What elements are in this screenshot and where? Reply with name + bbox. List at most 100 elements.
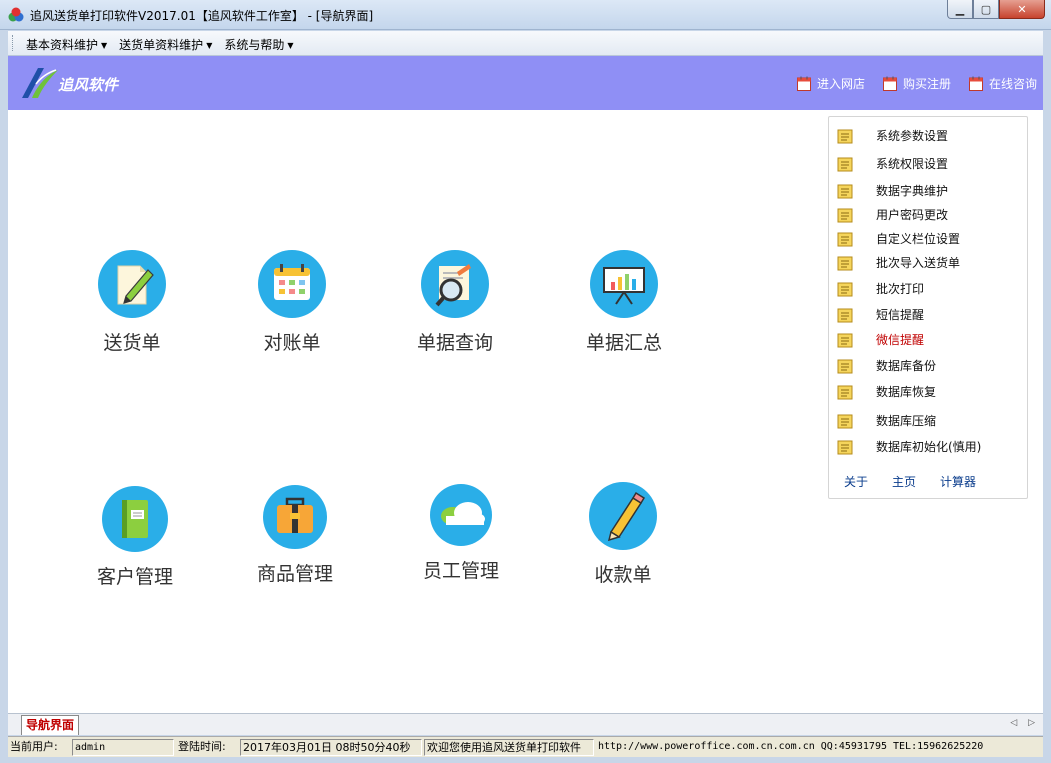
tab-scroll-arrows-icon[interactable]: ◁ ▷ [1010, 718, 1039, 728]
tile-label: 单据汇总 [585, 332, 662, 354]
menu-list: 基本资料维护 ▼ 送货单资料维护 ▼ 系统与帮助 ▼ [26, 36, 306, 53]
menu-label: 送货单资料维护 [119, 38, 204, 52]
note-icon [837, 232, 853, 246]
side-item-label: 自定义栏位设置 [876, 232, 961, 246]
magnifier-document-icon [421, 250, 489, 318]
calendar-icon [968, 76, 983, 91]
menu-basic-data[interactable]: 基本资料维护 ▼ [26, 36, 107, 53]
side-item-batch-import[interactable]: 批次导入送货单 [837, 254, 960, 271]
side-item-label: 批次打印 [876, 282, 925, 296]
side-links: 关于 主页 计算器 [844, 473, 1000, 490]
menu-label: 基本资料维护 [26, 38, 99, 52]
side-item-custom-fields[interactable]: 自定义栏位设置 [837, 230, 960, 247]
side-item-dictionary[interactable]: 数据字典维护 [837, 182, 948, 199]
tile-delivery-note[interactable]: 送货单 [67, 250, 197, 355]
side-item-system-params[interactable]: 系统参数设置 [837, 127, 948, 144]
note-icon [837, 308, 853, 322]
contact-info: http://www.poweroffice.com.cn.com.cn QQ:… [598, 741, 984, 752]
side-item-sms-reminder[interactable]: 短信提醒 [837, 306, 924, 323]
note-icon [837, 440, 853, 454]
tile-label: 收款单 [594, 564, 652, 586]
side-item-label: 批次导入送货单 [876, 256, 961, 270]
tab-navigation[interactable]: 导航界面 [21, 715, 80, 735]
calculator-link[interactable]: 计算器 [940, 473, 976, 490]
menu-bar: 基本资料维护 ▼ 送货单资料维护 ▼ 系统与帮助 ▼ [8, 31, 1043, 56]
tile-customer-management[interactable]: 客户管理 [70, 486, 200, 589]
side-item-label: 数据库压缩 [876, 414, 937, 428]
side-item-wechat-reminder[interactable]: 微信提醒 [837, 331, 924, 348]
menu-system-help[interactable]: 系统与帮助 ▼ [224, 36, 293, 53]
banner-links: 进入网店 购买注册 在线咨询 [779, 75, 1037, 92]
online-consult-link[interactable]: 在线咨询 [968, 75, 1037, 92]
side-item-label: 系统权限设置 [876, 157, 949, 171]
window-title: 追风送货单打印软件V2017.01【追风软件工作室】 - [导航界面] [30, 9, 374, 23]
tile-document-summary[interactable]: 单据汇总 [559, 250, 689, 355]
side-item-permissions[interactable]: 系统权限设置 [837, 155, 948, 172]
navigation-panel: 送货单 对账单 单据查询 单据汇总 客户管理 商品管理 员工管理 收款单 系统参… [8, 110, 1043, 713]
side-item-db-restore[interactable]: 数据库恢复 [837, 383, 936, 400]
tile-label: 员工管理 [422, 560, 499, 582]
toolbar-grip[interactable] [12, 35, 15, 51]
about-link[interactable]: 关于 [844, 473, 868, 490]
side-item-db-backup[interactable]: 数据库备份 [837, 357, 936, 374]
tile-label: 对账单 [263, 332, 321, 354]
caret-down-icon: ▼ [101, 41, 108, 50]
title-bar[interactable]: 追风送货单打印软件V2017.01【追风软件工作室】 - [导航界面] ▁ ▢ … [0, 0, 1051, 30]
app-icon [8, 7, 24, 22]
tile-document-query[interactable]: 单据查询 [390, 250, 520, 355]
pencil-icon [589, 482, 657, 550]
current-user-value: admin [72, 739, 174, 756]
minimize-button[interactable]: ▁ [947, 0, 973, 19]
presentation-chart-icon [590, 250, 658, 318]
logo-icon [22, 68, 58, 98]
side-item-change-password[interactable]: 用户密码更改 [837, 206, 948, 223]
side-item-db-compress[interactable]: 数据库压缩 [837, 412, 936, 429]
tile-label: 单据查询 [416, 332, 493, 354]
tile-receipt[interactable]: 收款单 [558, 482, 688, 587]
side-item-label: 数据库备份 [876, 359, 937, 373]
note-icon [837, 414, 853, 428]
visit-shop-link[interactable]: 进入网店 [796, 75, 865, 92]
system-panel: 系统参数设置 系统权限设置 数据字典维护 用户密码更改 自定义栏位设置 批次导入… [828, 116, 1028, 499]
login-time-value: 2017年03月01日 08时50分40秒 [240, 739, 422, 756]
note-icon [837, 282, 853, 296]
tab-bar: 导航界面 ◁ ▷ [8, 713, 1043, 735]
side-item-label: 系统参数设置 [876, 129, 949, 143]
menu-delivery-data[interactable]: 送货单资料维护 ▼ [119, 36, 212, 53]
note-icon [837, 256, 853, 270]
side-item-label: 数据字典维护 [876, 184, 949, 198]
calendar-icon [258, 250, 326, 318]
tile-label: 客户管理 [96, 566, 173, 588]
login-time-label: 登陆时间: [178, 740, 226, 753]
side-item-batch-print[interactable]: 批次打印 [837, 280, 924, 297]
status-bar: 当前用户: admin 登陆时间: 2017年03月01日 08时50分40秒 … [8, 736, 1043, 757]
note-icon [837, 184, 853, 198]
briefcase-icon [263, 485, 327, 549]
calendar-icon [882, 76, 897, 91]
homepage-link[interactable]: 主页 [892, 473, 916, 490]
banner-link-label: 在线咨询 [988, 77, 1037, 91]
buy-register-link[interactable]: 购买注册 [882, 75, 951, 92]
tile-employee-management[interactable]: 员工管理 [396, 484, 526, 583]
side-item-label: 微信提醒 [876, 333, 925, 347]
note-icon [837, 385, 853, 399]
tile-product-management[interactable]: 商品管理 [230, 485, 360, 586]
note-icon [837, 208, 853, 222]
tile-label: 商品管理 [256, 563, 333, 585]
banner-link-label: 进入网店 [816, 77, 865, 91]
header-banner: 追风软件 进入网店 购买注册 在线咨询 [8, 56, 1043, 110]
side-item-db-init[interactable]: 数据库初始化(慎用) [837, 438, 981, 455]
side-item-label: 用户密码更改 [876, 208, 949, 222]
cloud-icon [430, 484, 492, 546]
tile-statement[interactable]: 对账单 [227, 250, 357, 355]
side-item-label: 数据库初始化(慎用) [876, 440, 982, 454]
window-controls: ▁ ▢ ✕ [947, 0, 1045, 20]
side-item-label: 短信提醒 [876, 308, 925, 322]
banner-link-label: 购买注册 [902, 77, 951, 91]
note-icon [837, 129, 853, 143]
maximize-button[interactable]: ▢ [973, 0, 999, 19]
close-button[interactable]: ✕ [999, 0, 1045, 19]
welcome-message: 欢迎您使用追风送货单打印软件 [424, 739, 594, 756]
calendar-icon [796, 76, 811, 91]
notebook-icon [102, 486, 168, 552]
